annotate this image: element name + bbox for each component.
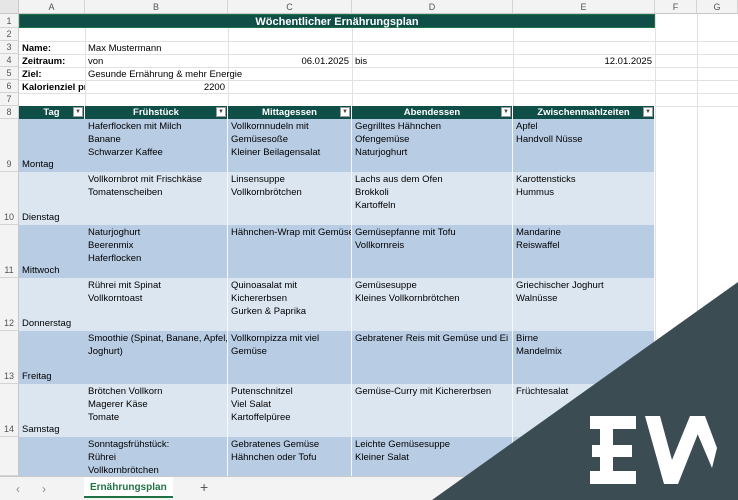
day-cell[interactable]: Freitag [19,370,85,383]
add-sheet-icon[interactable]: + [200,479,208,495]
table-header-breakfast[interactable]: Frühstück ▼ [85,106,228,119]
snacks-cell[interactable]: Birne Mandelmix [513,331,655,384]
breakfast-cell[interactable]: Smoothie (Spinat, Banane, Apfel, Joghurt… [85,331,228,384]
row-header-9[interactable]: 9 [0,119,19,172]
breakfast-cell[interactable]: Sonntagsfrühstück: Rührei Vollkornbrötch… [85,437,228,476]
row-header-15[interactable] [0,437,19,476]
row-header-14[interactable]: 14 [0,384,19,437]
dinner-cell[interactable]: Gemüsesuppe Kleines Vollkornbrötchen [352,278,513,331]
table-header-label: Zwischenmahlzeiten [537,107,630,118]
lunch-cell[interactable]: Quinoasalat mit Kichererbsen Gurken & Pa… [228,278,352,331]
breakfast-cell[interactable]: Haferflocken mit Milch Banane Schwarzer … [85,119,228,172]
table-header-lunch[interactable]: Mittagessen ▼ [228,106,352,119]
next-sheet-icon[interactable]: › [42,482,46,496]
calorie-label: Kalorienziel pro [22,82,85,93]
snacks-cell[interactable] [513,437,655,476]
dinner-cell[interactable]: Lachs aus dem Ofen Brokkoli Kartoffeln [352,172,513,225]
lunch-cell[interactable]: Gebratenes Gemüse Hähnchen oder Tofu [228,437,352,476]
row-header-3[interactable]: 3 [0,41,19,54]
spreadsheet-grid[interactable]: A B C D E F G 1 2 3 4 5 6 7 8 9 10 11 12… [0,0,738,476]
dinner-cell[interactable]: Leichte Gemüsesuppe Kleiner Salat [352,437,513,476]
sheet-title[interactable]: Wöchentlicher Ernährungsplan [19,14,655,28]
column-header-b[interactable]: B [85,0,228,14]
column-header-f[interactable]: F [655,0,697,14]
row-header-10[interactable]: 10 [0,172,19,225]
sheet-tab-bar: ‹ › Ernährungsplan + [0,476,738,500]
filter-dropdown-icon[interactable]: ▼ [73,107,83,117]
snacks-cell[interactable]: Mandarine Reiswaffel [513,225,655,278]
column-header-d[interactable]: D [352,0,513,14]
sheet-tab-ernaehrungsplan[interactable]: Ernährungsplan [84,477,173,498]
period-start-date[interactable]: 06.01.2025 [228,54,352,69]
period-to-label: bis [355,56,368,67]
column-header-a[interactable]: A [19,0,85,14]
lunch-cell[interactable]: Linsensuppe Vollkornbrötchen [228,172,352,225]
row-header-5[interactable]: 5 [0,67,19,80]
gridline [655,14,656,476]
breakfast-cell[interactable]: Naturjoghurt Beerenmix Haferflocken [85,225,228,278]
lunch-cell[interactable]: Vollkornnudeln mit Gemüsesoße Kleiner Be… [228,119,352,172]
day-cell[interactable]: Dienstag [19,211,85,224]
filter-dropdown-icon[interactable]: ▼ [216,107,226,117]
period-end-date[interactable]: 12.01.2025 [513,54,655,69]
column-header-e[interactable]: E [513,0,655,14]
row-header-1[interactable]: 1 [0,14,19,28]
lunch-cell[interactable]: Hähnchen-Wrap mit Gemüse [228,225,352,278]
row-header-6[interactable]: 6 [0,80,19,93]
calorie-value[interactable]: 2200 [85,80,228,95]
column-header-c[interactable]: C [228,0,352,14]
breakfast-cell[interactable]: Brötchen Vollkorn Magerer Käse Tomate [85,384,228,437]
filter-dropdown-icon[interactable]: ▼ [340,107,350,117]
day-cell[interactable]: Donnerstag [19,317,85,330]
snacks-cell[interactable]: Apfel Handvoll Nüsse [513,119,655,172]
snacks-cell[interactable]: Karottensticks Hummus [513,172,655,225]
filter-dropdown-icon[interactable]: ▼ [643,107,653,117]
table-header-dinner[interactable]: Abendessen ▼ [352,106,513,119]
breakfast-cell[interactable]: Vollkornbrot mit Frischkäse Tomatenschei… [85,172,228,225]
row-header-11[interactable]: 11 [0,225,19,278]
table-header-label: Frühstück [133,107,179,118]
row-header-7[interactable]: 7 [0,93,19,106]
row-header-12[interactable]: 12 [0,278,19,331]
day-cell[interactable]: Montag [19,158,85,171]
table-header-snacks[interactable]: Zwischenmahlzeiten ▼ [513,106,655,119]
select-all-corner[interactable] [0,0,19,14]
snacks-cell[interactable]: Griechischer Joghurt Walnüsse [513,278,655,331]
snacks-cell[interactable]: Früchtesalat [513,384,655,437]
dinner-cell[interactable]: Gemüse-Curry mit Kichererbsen [352,384,513,437]
row-header-13[interactable]: 13 [0,331,19,384]
row-header-8[interactable]: 8 [0,106,19,119]
gridline [697,14,698,476]
filter-dropdown-icon[interactable]: ▼ [501,107,511,117]
dinner-cell[interactable]: Gebratener Reis mit Gemüse und Ei [352,331,513,384]
lunch-cell[interactable]: Vollkornpizza mit viel Gemüse [228,331,352,384]
table-header-label: Abendessen [403,107,461,118]
column-header-g[interactable]: G [697,0,738,14]
dinner-cell[interactable]: Gemüsepfanne mit Tofu Vollkornreis [352,225,513,278]
breakfast-cell[interactable]: Rührei mit Spinat Vollkorntoast [85,278,228,331]
row-header-4[interactable]: 4 [0,54,19,67]
dinner-cell[interactable]: Gegrilltes Hähnchen Ofengemüse Naturjogh… [352,119,513,172]
lunch-cell[interactable]: Putenschnitzel Viel Salat Kartoffelpüree [228,384,352,437]
day-cell[interactable]: Mittwoch [19,264,85,277]
table-header-label: Tag [43,107,60,118]
day-cell[interactable]: Samstag [19,423,85,436]
table-header-day[interactable]: Tag ▼ [19,106,85,119]
row-header-2[interactable]: 2 [0,28,19,41]
prev-sheet-icon[interactable]: ‹ [16,482,20,496]
table-header-label: Mittagessen [262,107,317,118]
